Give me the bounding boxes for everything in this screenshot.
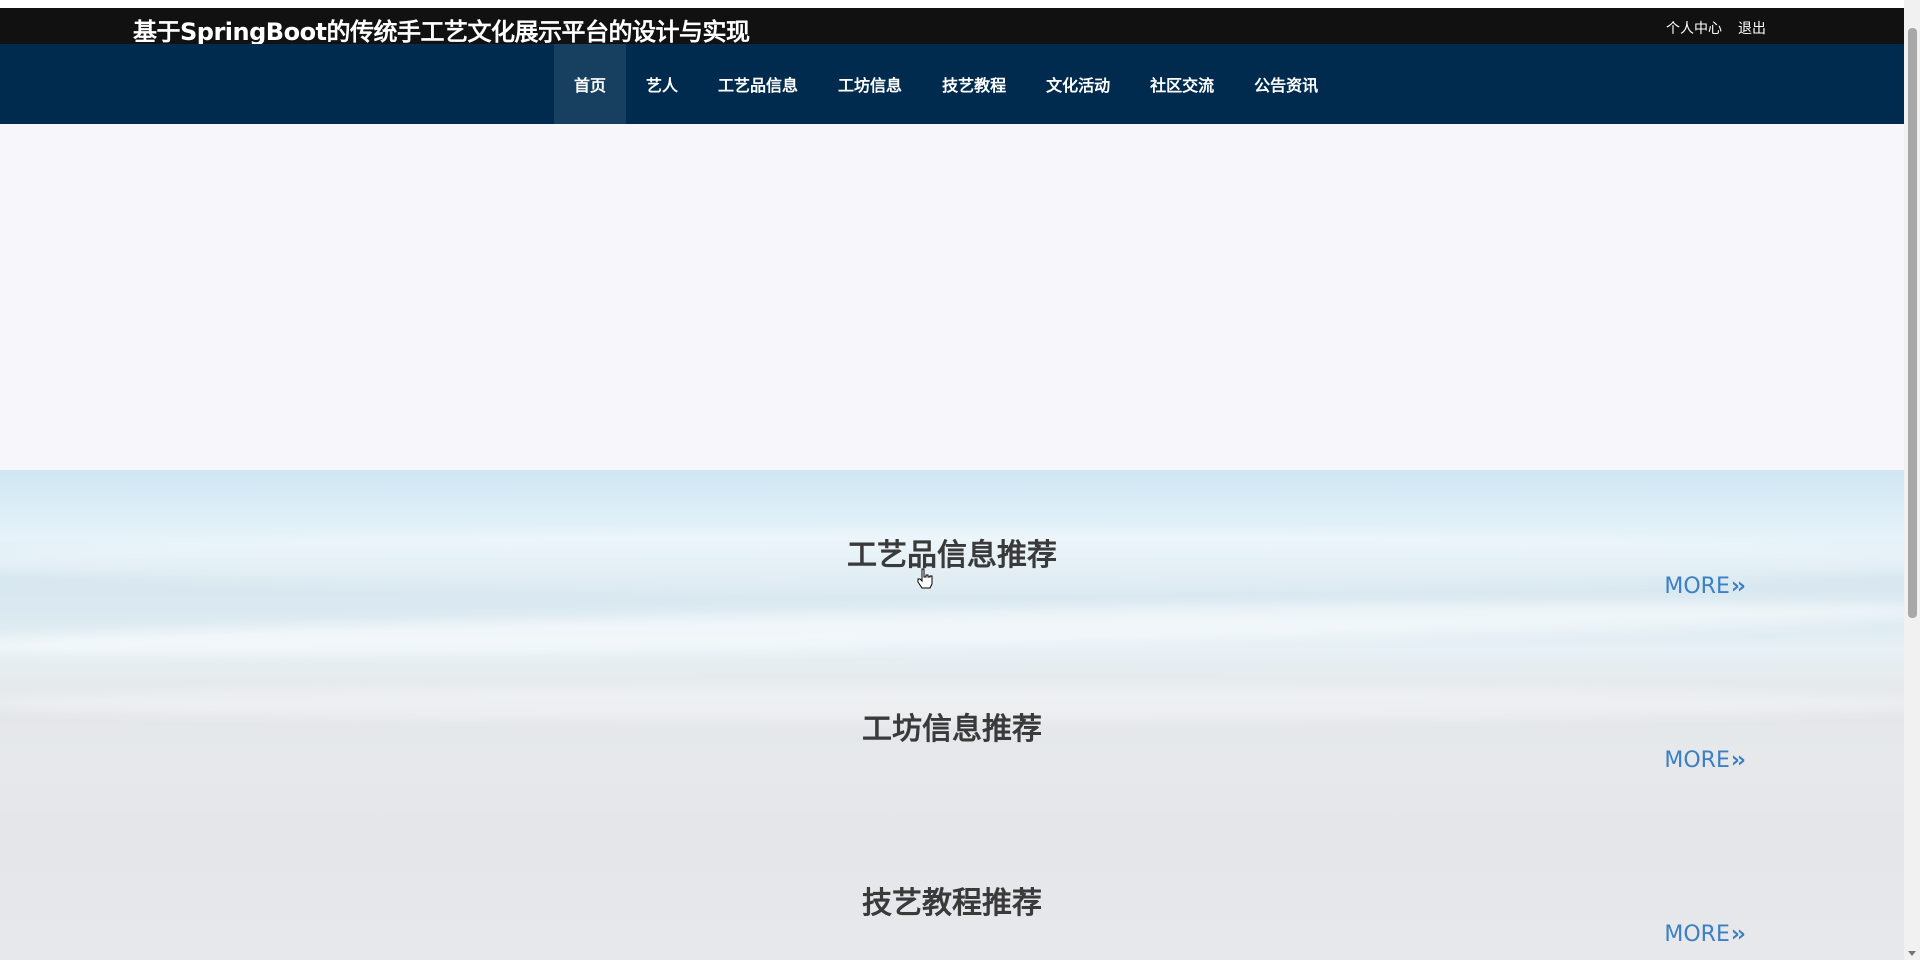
section-tutorials-recommend: 技艺教程推荐 MORE ››: [0, 866, 1904, 960]
section-title: 技艺教程推荐: [862, 886, 1042, 921]
more-label: MORE: [1664, 922, 1730, 947]
more-link-workshops[interactable]: MORE ››: [1664, 748, 1746, 773]
more-label: MORE: [1664, 748, 1730, 773]
banner-area: [0, 124, 1904, 470]
scrollbar-thumb[interactable]: [1908, 28, 1917, 618]
nav-item-workshops[interactable]: 工坊信息: [818, 44, 922, 124]
site-title: 基于SpringBoot的传统手工艺文化展示平台的设计与实现: [133, 18, 750, 46]
nav-item-announcements[interactable]: 公告资讯: [1234, 44, 1338, 124]
top-links: 个人中心 退出: [1666, 18, 1766, 38]
nav-item-community[interactable]: 社区交流: [1130, 44, 1234, 124]
recommendation-area: 工艺品信息推荐 MORE ›› 工坊信息推荐 MORE ›› 技艺教程推荐 MO…: [0, 470, 1904, 960]
double-chevron-right-icon: ››: [1730, 574, 1746, 599]
nav-item-artists[interactable]: 艺人: [626, 44, 698, 124]
logout-link[interactable]: 退出: [1738, 18, 1766, 38]
section-title: 工艺品信息推荐: [847, 538, 1057, 573]
top-bar: 基于SpringBoot的传统手工艺文化展示平台的设计与实现 个人中心 退出: [0, 8, 1904, 46]
section-title: 工坊信息推荐: [862, 712, 1042, 747]
hand-pointer-icon: [917, 568, 933, 589]
main-navigation: 首页 艺人 工艺品信息 工坊信息 技艺教程 文化活动 社区交流 公告资讯: [0, 44, 1904, 124]
nav-item-crafts[interactable]: 工艺品信息: [698, 44, 818, 124]
section-workshops-recommend: 工坊信息推荐 MORE ››: [0, 692, 1904, 812]
vertical-scrollbar[interactable]: [1904, 0, 1920, 960]
nav-item-home[interactable]: 首页: [554, 44, 627, 124]
more-link-tutorials[interactable]: MORE ››: [1664, 922, 1746, 947]
more-label: MORE: [1664, 574, 1730, 599]
nav-item-activities[interactable]: 文化活动: [1026, 44, 1130, 124]
section-crafts-recommend: 工艺品信息推荐 MORE ››: [0, 518, 1904, 638]
nav-menu: 首页 艺人 工艺品信息 工坊信息 技艺教程 文化活动 社区交流 公告资讯: [554, 44, 1338, 124]
double-chevron-right-icon: ››: [1730, 922, 1746, 947]
nav-item-tutorials[interactable]: 技艺教程: [922, 44, 1026, 124]
scroll-down-arrow-icon[interactable]: [1908, 951, 1916, 956]
double-chevron-right-icon: ››: [1730, 748, 1746, 773]
personal-center-link[interactable]: 个人中心: [1666, 18, 1722, 38]
more-link-crafts[interactable]: MORE ››: [1664, 574, 1746, 599]
